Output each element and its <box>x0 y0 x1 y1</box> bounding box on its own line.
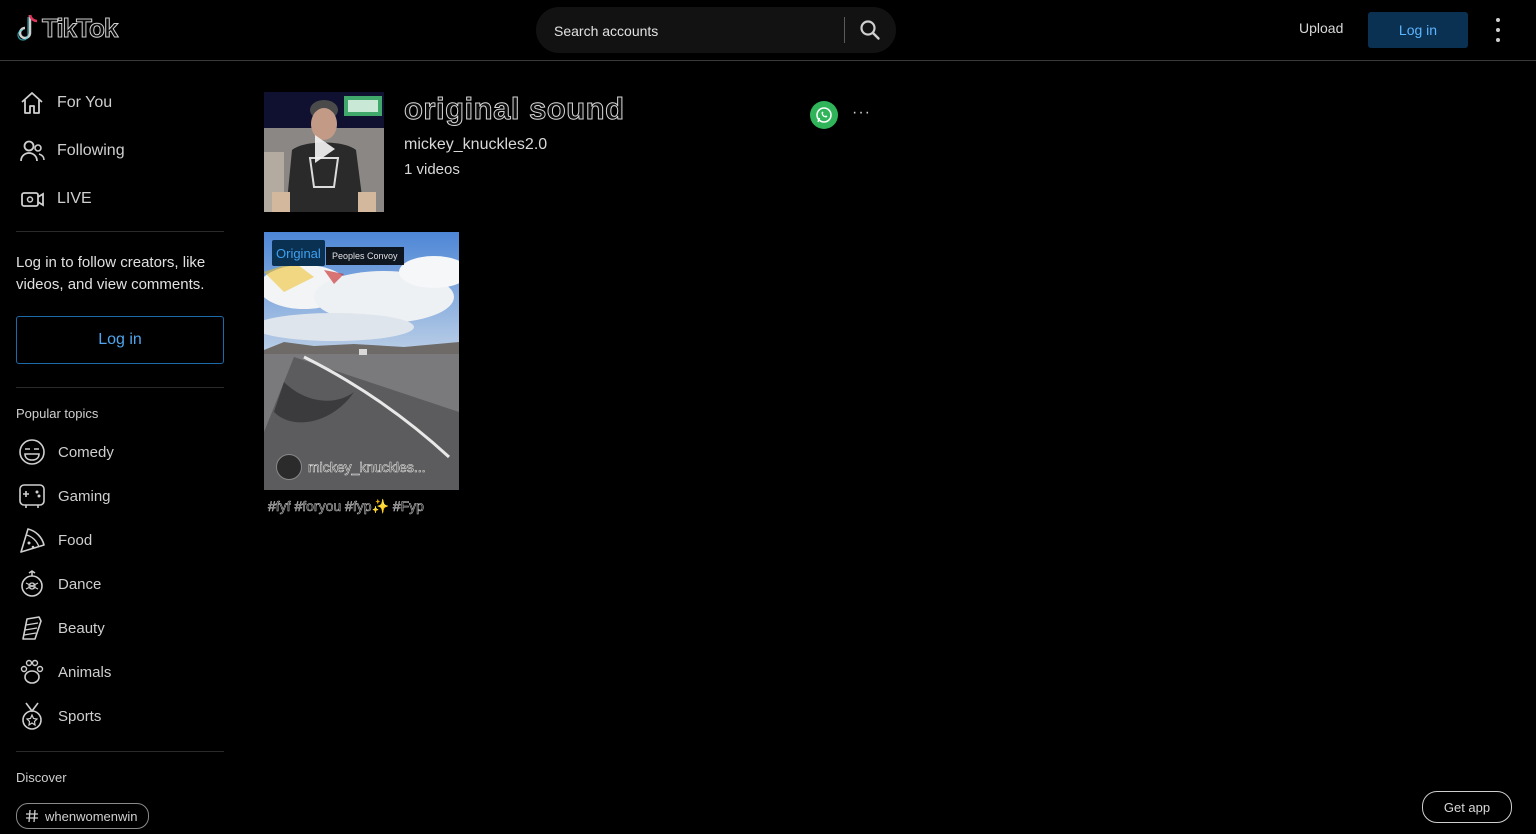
sidebar-item-label: Following <box>57 142 125 159</box>
topic-label: Gaming <box>58 487 111 505</box>
more-dot <box>1496 28 1500 32</box>
login-button-sidebar[interactable]: Log in <box>16 316 224 364</box>
login-promo-text: Log in to follow creators, like videos, … <box>16 254 206 293</box>
sports-icon <box>16 700 48 732</box>
get-app-button[interactable]: Get app <box>1422 791 1512 823</box>
topic-label: Beauty <box>58 619 105 637</box>
sidebar-divider <box>16 231 224 232</box>
login-button-header[interactable]: Log in <box>1368 12 1468 48</box>
video-overlay-text: Peoples Convoy <box>326 247 404 265</box>
topic-gaming[interactable]: Gaming <box>16 476 236 516</box>
video-author[interactable]: mickey_knuckles... <box>276 454 426 480</box>
logo-text: TikTok <box>41 12 118 43</box>
topic-label: Comedy <box>58 443 114 461</box>
search-icon <box>860 20 880 40</box>
tiktok-note-icon <box>17 14 38 41</box>
topic-dance[interactable]: Dance <box>16 564 236 604</box>
more-dot <box>1496 38 1500 42</box>
sidebar-divider <box>16 387 224 388</box>
food-icon <box>16 524 48 556</box>
users-icon <box>16 135 48 167</box>
original-badge: Original <box>272 240 325 266</box>
sidebar-item-for-you[interactable]: For You <box>16 83 236 123</box>
topic-label: Sports <box>58 707 102 725</box>
more-menu-icon[interactable] <box>1488 18 1508 42</box>
popular-topics-title: Popular topics <box>16 406 99 421</box>
sound-title: original sound <box>404 91 625 127</box>
search-bar <box>536 7 896 53</box>
more-dot <box>1496 18 1500 22</box>
hashtag-icon <box>26 809 38 823</box>
sound-cover-image[interactable] <box>264 92 384 212</box>
sidebar-item-following[interactable]: Following <box>16 131 236 171</box>
animals-icon <box>16 656 48 688</box>
topic-beauty[interactable]: Beauty <box>16 608 236 648</box>
search-button[interactable] <box>852 15 888 45</box>
tiktok-logo[interactable]: TikTok <box>16 12 119 44</box>
discover-tag-label: whenwomenwin <box>45 808 138 824</box>
topic-label: Animals <box>58 663 112 681</box>
discover-tag-chip[interactable]: whenwomenwin <box>16 803 149 829</box>
sidebar-divider <box>16 751 224 752</box>
home-icon <box>16 87 48 119</box>
whatsapp-icon <box>816 107 832 123</box>
more-share-options-icon[interactable]: ··· <box>852 104 871 122</box>
topic-sports[interactable]: Sports <box>16 696 236 736</box>
topic-animals[interactable]: Animals <box>16 652 236 692</box>
whatsapp-share-button[interactable] <box>810 101 838 129</box>
video-card[interactable]: Original Peoples Convoy mickey_knuckles.… <box>264 232 459 490</box>
top-header: TikTok Upload Log in <box>0 0 1536 61</box>
avatar <box>276 454 302 480</box>
discover-title: Discover <box>16 770 67 785</box>
topic-comedy[interactable]: Comedy <box>16 432 236 472</box>
video-caption[interactable]: #fyf #foryou #fyp✨ #Fyp <box>268 498 424 515</box>
sidebar-item-label: For You <box>57 94 113 111</box>
comedy-icon <box>16 436 48 468</box>
video-thumbnail <box>264 232 459 490</box>
search-divider <box>844 17 845 43</box>
sidebar-item-label: LIVE <box>57 190 92 207</box>
topic-label: Food <box>58 531 93 549</box>
topic-food[interactable]: Food <box>16 520 236 560</box>
sound-author-link[interactable]: mickey_knuckles2.0 <box>404 136 547 154</box>
dance-icon <box>16 568 48 600</box>
sound-video-count: 1 videos <box>404 161 460 178</box>
sidebar-item-live[interactable]: LIVE <box>16 179 236 219</box>
sidebar: For You Following LIVE Log in to follow … <box>0 61 240 834</box>
search-input[interactable] <box>552 18 836 44</box>
play-icon <box>315 135 335 163</box>
live-icon <box>16 183 48 215</box>
video-author-name: mickey_knuckles... <box>308 459 426 476</box>
beauty-icon <box>16 612 48 644</box>
upload-link[interactable]: Upload <box>1299 20 1343 36</box>
gaming-icon <box>16 480 48 512</box>
topic-label: Dance <box>58 575 102 593</box>
